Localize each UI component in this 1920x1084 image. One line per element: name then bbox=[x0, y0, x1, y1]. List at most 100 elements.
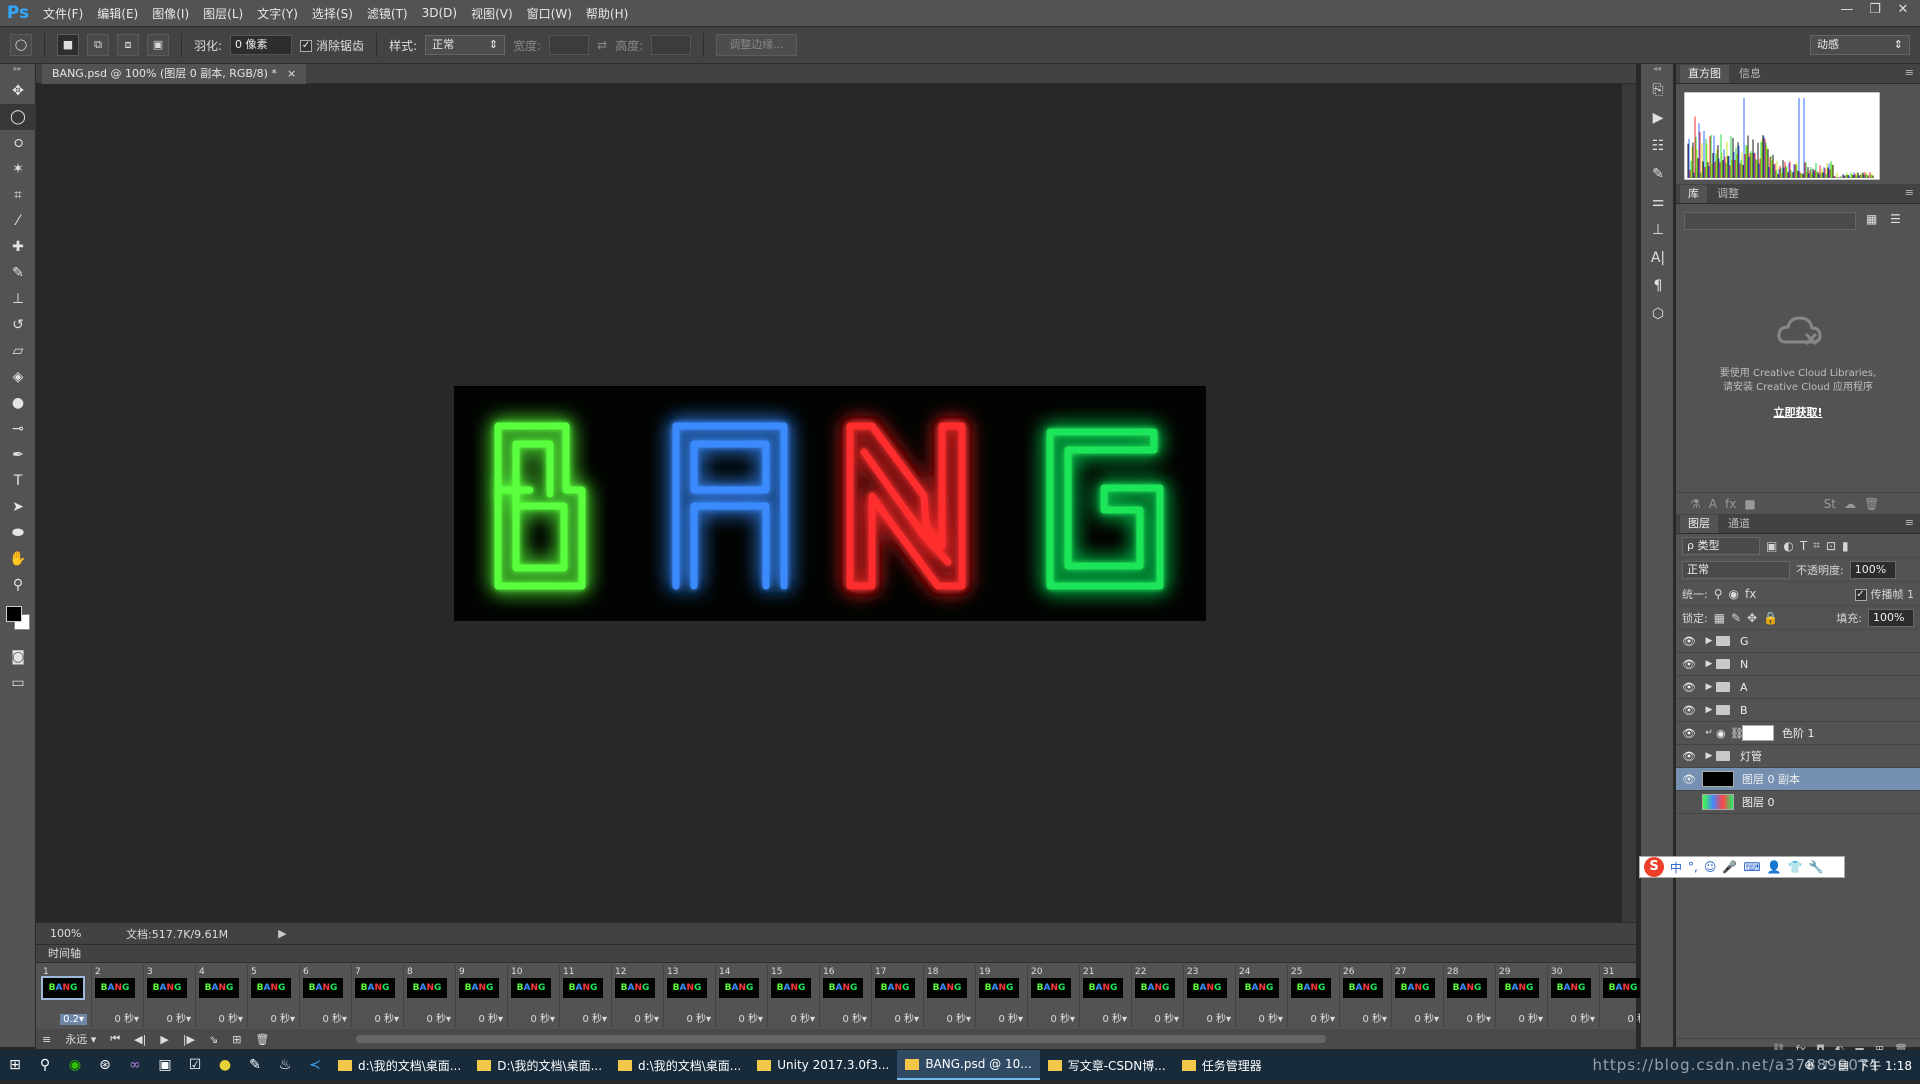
add-color-icon[interactable]: ■ bbox=[1744, 497, 1755, 511]
vertical-scrollbar[interactable] bbox=[1622, 84, 1636, 922]
sync-icon[interactable]: ☁ bbox=[1844, 497, 1856, 511]
timeline-frame[interactable]: 15 B A N G 0 秒▾ bbox=[768, 965, 820, 1027]
frame-delay-select[interactable]: 0 秒▾ bbox=[842, 1010, 867, 1025]
play-icon[interactable]: ▶ bbox=[160, 1033, 168, 1046]
list-view-icon[interactable]: ☰ bbox=[1890, 212, 1901, 226]
add-selection-icon[interactable]: ⧉ bbox=[87, 34, 109, 56]
history-panel-icon[interactable]: ⎘ bbox=[1641, 76, 1675, 104]
history-brush-tool-icon[interactable]: ↺ bbox=[0, 312, 36, 338]
loop-select[interactable]: 永远 ▾ bbox=[65, 1031, 96, 1047]
lock-pixels-icon[interactable]: ✎ bbox=[1731, 611, 1741, 625]
visibility-eye-icon[interactable]: 👁 bbox=[1676, 796, 1702, 809]
close-button[interactable]: ✕ bbox=[1890, 0, 1916, 20]
clone-stamp-tool-icon[interactable]: ⊥ bbox=[0, 286, 36, 312]
crop-tool-icon[interactable]: ⌗ bbox=[0, 182, 36, 208]
expand-arrow-icon[interactable]: ▶ bbox=[1702, 751, 1716, 761]
menu-type[interactable]: 文字(Y) bbox=[250, 5, 305, 22]
menu-edit[interactable]: 编辑(E) bbox=[90, 5, 145, 22]
layer-row[interactable]: 👁 图层 0 副本 bbox=[1676, 768, 1920, 791]
ime-keyboard-icon[interactable]: ⌨ bbox=[1743, 860, 1760, 874]
expand-arrow-icon[interactable]: ▶ bbox=[1702, 682, 1716, 692]
healing-brush-tool-icon[interactable]: ✚ bbox=[0, 234, 36, 260]
timeline-frame[interactable]: 25 B A N G 0 秒▾ bbox=[1288, 965, 1340, 1027]
frame-delay-select[interactable]: 0 秒▾ bbox=[114, 1010, 139, 1025]
ime-chinese-mode[interactable]: 中 bbox=[1670, 859, 1682, 876]
frame-delay-select[interactable]: 0 秒▾ bbox=[1518, 1010, 1543, 1025]
properties-panel-icon[interactable]: ☷ bbox=[1641, 132, 1675, 160]
unify-visibility-icon[interactable]: ◉ bbox=[1729, 587, 1739, 601]
timeline-frame[interactable]: 1 B A N G 0.2▾ bbox=[40, 965, 92, 1027]
status-menu-arrow-icon[interactable]: ▶ bbox=[278, 927, 286, 940]
ime-punctuation-icon[interactable]: °, bbox=[1688, 860, 1698, 874]
new-selection-icon[interactable]: ■ bbox=[57, 34, 79, 56]
frame-delay-select[interactable]: 0 秒▾ bbox=[1258, 1010, 1283, 1025]
frame-delay-select[interactable]: 0 秒▾ bbox=[426, 1010, 451, 1025]
layer-row[interactable]: 👁 图层 0 bbox=[1676, 791, 1920, 814]
wechat-icon[interactable]: ◉ bbox=[60, 1050, 90, 1080]
timeline-frame[interactable]: 24 B A N G 0 秒▾ bbox=[1236, 965, 1288, 1027]
ime-user-icon[interactable]: 👤 bbox=[1767, 860, 1782, 874]
frame-delay-select[interactable]: 0 秒▾ bbox=[582, 1010, 607, 1025]
document-canvas[interactable] bbox=[454, 386, 1206, 621]
duplicate-frame-icon[interactable]: ⊞ bbox=[232, 1033, 241, 1046]
frame-delay-select[interactable]: 0 秒▾ bbox=[738, 1010, 763, 1025]
timeline-frame[interactable]: 16 B A N G 0 秒▾ bbox=[820, 965, 872, 1027]
paragraph-panel-icon[interactable]: ¶ bbox=[1641, 272, 1675, 300]
document-tab[interactable]: BANG.psd @ 100% (图层 0 副本, RGB/8) * × bbox=[42, 64, 307, 84]
layer-row[interactable]: 👁 ▶ G bbox=[1676, 630, 1920, 653]
timeline-frame[interactable]: 22 B A N G 0 秒▾ bbox=[1132, 965, 1184, 1027]
add-character-style-icon[interactable]: A bbox=[1709, 497, 1717, 511]
blur-tool-icon[interactable]: ● bbox=[0, 390, 36, 416]
frame-delay-select[interactable]: 0 秒▾ bbox=[790, 1010, 815, 1025]
frame-delay-select[interactable]: 0 秒▾ bbox=[322, 1010, 347, 1025]
get-cloud-link[interactable]: 立即获取! bbox=[1676, 404, 1920, 420]
frame-delay-select[interactable]: 0 秒▾ bbox=[1102, 1010, 1127, 1025]
timeline-frame[interactable]: 11 B A N G 0 秒▾ bbox=[560, 965, 612, 1027]
sogou-logo[interactable]: S bbox=[1644, 857, 1664, 877]
filter-toggle-icon[interactable]: ▮ bbox=[1842, 539, 1849, 553]
layer-row[interactable]: 👁 ▶ 灯管 bbox=[1676, 745, 1920, 768]
paint-bucket-tool-icon[interactable]: ◈ bbox=[0, 364, 36, 390]
unify-position-icon[interactable]: ⚲ bbox=[1714, 587, 1723, 601]
timeline-frame[interactable]: 10 B A N G 0 秒▾ bbox=[508, 965, 560, 1027]
ime-voice-icon[interactable]: 🎤 bbox=[1722, 860, 1737, 874]
menu-select[interactable]: 选择(S) bbox=[305, 5, 360, 22]
menu-view[interactable]: 视图(V) bbox=[464, 5, 520, 22]
filter-adjustment-icon[interactable]: ◐ bbox=[1783, 539, 1793, 553]
layer-row[interactable]: 👁 ▶ N bbox=[1676, 653, 1920, 676]
steam-icon[interactable]: ♨ bbox=[270, 1050, 300, 1080]
timeline-frame[interactable]: 2BANG0 秒▾ bbox=[92, 965, 144, 1027]
expand-arrow-icon[interactable]: ▶ bbox=[1702, 636, 1716, 646]
taskbar-task[interactable]: d:\我的文档\桌面... bbox=[610, 1050, 749, 1080]
timeline-frame[interactable]: 6BANG0 秒▾ bbox=[300, 965, 352, 1027]
first-frame-icon[interactable]: ⏮ bbox=[110, 1032, 120, 1046]
width-input[interactable] bbox=[549, 35, 590, 55]
tab-layers[interactable]: 图层 bbox=[1680, 515, 1718, 533]
timeline-frame[interactable]: 8BANG0 秒▾ bbox=[404, 965, 456, 1027]
tab-info[interactable]: 信息 bbox=[1731, 65, 1769, 83]
frame-delay-select[interactable]: 0 秒▾ bbox=[478, 1010, 503, 1025]
layer-row[interactable]: 👁 ▶ B bbox=[1676, 699, 1920, 722]
propagate-frame-checkbox[interactable]: ✓ 传播帧 1 bbox=[1854, 586, 1914, 602]
lock-all-icon[interactable]: 🔒 bbox=[1763, 611, 1778, 625]
swap-icon[interactable]: ⇄ bbox=[597, 38, 607, 52]
layer-filter-select[interactable]: ρ 类型 bbox=[1682, 536, 1760, 555]
frame-delay-select[interactable]: 0 秒▾ bbox=[218, 1010, 243, 1025]
frame-delay-select[interactable]: 0 秒▾ bbox=[530, 1010, 555, 1025]
stock-icon[interactable]: St bbox=[1824, 497, 1836, 511]
visibility-eye-icon[interactable]: 👁 bbox=[1676, 635, 1702, 648]
close-tab-icon[interactable]: × bbox=[287, 64, 296, 84]
clone-source-icon[interactable]: ⊥ bbox=[1641, 216, 1675, 244]
layer-row[interactable]: 👁 ▶ A bbox=[1676, 676, 1920, 699]
ellipse-shape-tool-icon[interactable]: ⬬ bbox=[0, 520, 36, 546]
timeline-frame[interactable]: 29 B A N G 0 秒▾ bbox=[1496, 965, 1548, 1027]
frame-delay-select[interactable]: 0 秒▾ bbox=[1414, 1010, 1439, 1025]
antialias-checkbox[interactable]: ✓ 消除锯齿 bbox=[300, 37, 364, 54]
timeline-frame[interactable]: 17 B A N G 0 秒▾ bbox=[872, 965, 924, 1027]
frame-delay-select[interactable]: 0 秒▾ bbox=[1570, 1010, 1595, 1025]
timeline-frame[interactable]: 7BANG0 秒▾ bbox=[352, 965, 404, 1027]
timeline-frame[interactable]: 20 B A N G 0 秒▾ bbox=[1028, 965, 1080, 1027]
timeline-frame[interactable]: 5BANG0 秒▾ bbox=[248, 965, 300, 1027]
frame-delay-select[interactable]: 0 秒▾ bbox=[1310, 1010, 1335, 1025]
app-icon[interactable]: ⊛ bbox=[90, 1050, 120, 1080]
